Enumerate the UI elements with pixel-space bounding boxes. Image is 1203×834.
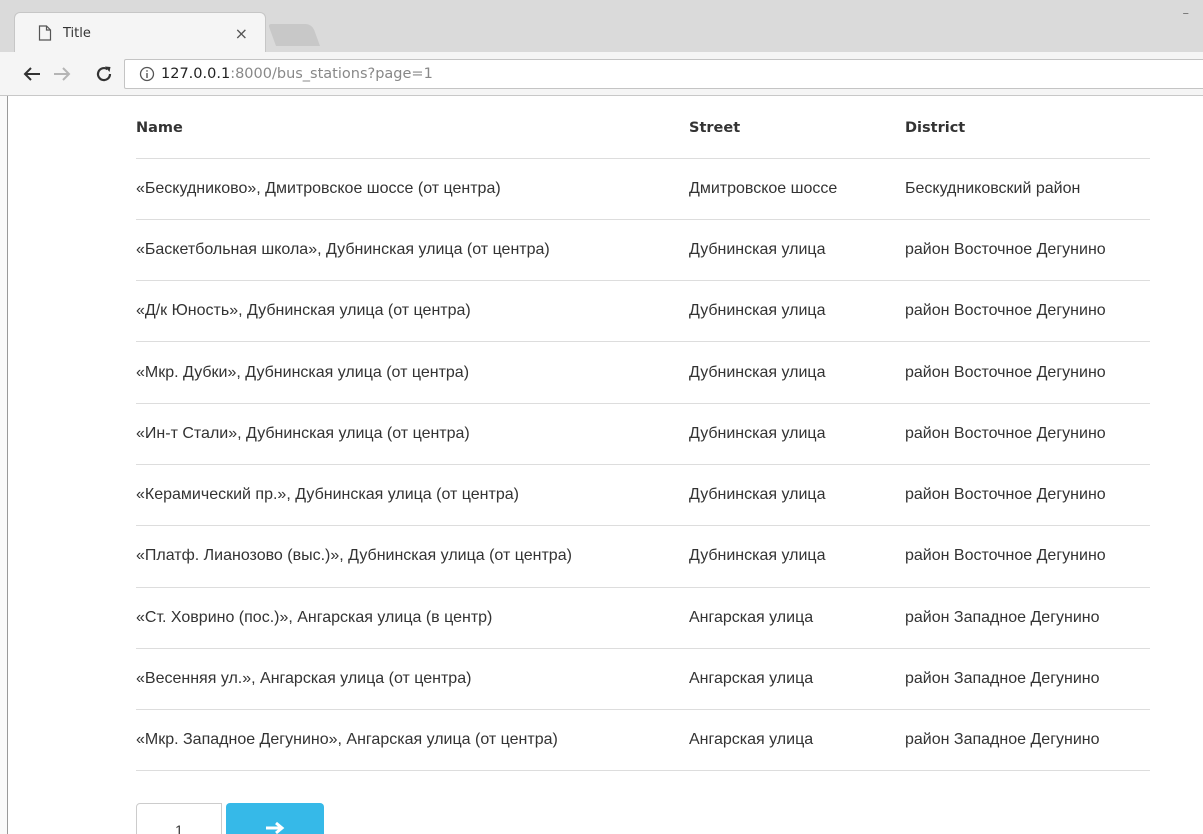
cell-district: район Западное Дегунино: [905, 648, 1150, 711]
cell-street: Дубнинская улица: [689, 219, 905, 282]
column-header-name: Name: [136, 96, 689, 159]
cell-name: «Мкр. Западное Дегунино», Ангарская улиц…: [136, 709, 689, 772]
bus-stations-page: Name Street District «Бескудниково», Дми…: [136, 96, 1150, 772]
column-header-street: Street: [689, 96, 905, 159]
pagination: 1: [136, 803, 324, 834]
table-row: «Платф. Лианозово (выс.)», Дубнинская ул…: [136, 525, 1150, 588]
cell-name: «Мкр. Дубки», Дубнинская улица (от центр…: [136, 341, 689, 404]
cell-street: Дубнинская улица: [689, 341, 905, 404]
browser-tab-content: Title ×: [24, 18, 260, 52]
cell-street: Ангарская улица: [689, 648, 905, 711]
url-host: 127.0.0.1: [161, 66, 231, 82]
table-header-row: Name Street District: [136, 96, 1150, 159]
cell-district: район Восточное Дегунино: [905, 464, 1150, 527]
browser-toolbar: 127.0.0.1:8000/bus_stations?page=1: [0, 52, 1203, 96]
cell-street: Ангарская улица: [689, 587, 905, 649]
cell-name: «Ин-т Стали», Дубнинская улица (от центр…: [136, 403, 689, 465]
page-icon: [38, 25, 52, 41]
forward-button[interactable]: [50, 62, 74, 86]
arrow-right-icon: [54, 67, 71, 81]
cell-district: район Восточное Дегунино: [905, 341, 1150, 404]
table-row: «Мкр. Дубки», Дубнинская улица (от центр…: [136, 341, 1150, 404]
tab-strip: Title × –: [0, 0, 1203, 53]
address-bar[interactable]: 127.0.0.1:8000/bus_stations?page=1: [124, 59, 1203, 89]
cell-name: «Бескудниково», Дмитровское шоссе (от це…: [136, 158, 689, 220]
cell-district: район Восточное Дегунино: [905, 280, 1150, 343]
url-path: :8000/bus_stations?page=1: [230, 66, 433, 82]
cell-district: район Западное Дегунино: [905, 709, 1150, 772]
tab-close-icon[interactable]: ×: [235, 24, 248, 43]
table-row: «Мкр. Западное Дегунино», Ангарская улиц…: [136, 709, 1150, 772]
cell-name: «Д/к Юность», Дубнинская улица (от центр…: [136, 280, 689, 343]
reload-icon: [96, 66, 112, 82]
arrow-right-icon: [266, 821, 285, 834]
cell-street: Ангарская улица: [689, 709, 905, 772]
cell-street: Дубнинская улица: [689, 525, 905, 588]
cell-street: Дубнинская улица: [689, 280, 905, 343]
arrow-left-icon: [23, 67, 40, 81]
tab-title: Title: [63, 25, 91, 41]
column-header-district: District: [905, 96, 1150, 159]
minimize-icon[interactable]: –: [1183, 6, 1190, 21]
table-row: «Керамический пр.», Дубнинская улица (от…: [136, 464, 1150, 527]
cell-district: район Восточное Дегунино: [905, 403, 1150, 465]
next-page-button[interactable]: [226, 803, 324, 834]
bus-stations-table: Name Street District «Бескудниково», Дми…: [136, 96, 1150, 772]
reload-button[interactable]: [92, 62, 116, 86]
current-page-button[interactable]: 1: [136, 803, 222, 834]
cell-name: «Весенняя ул.», Ангарская улица (от цент…: [136, 648, 689, 711]
table-row: «Ин-т Стали», Дубнинская улица (от центр…: [136, 403, 1150, 465]
cell-name: «Ст. Ховрино (пос.)», Ангарская улица (в…: [136, 587, 689, 649]
new-tab-button[interactable]: [267, 24, 321, 46]
back-button[interactable]: [20, 62, 44, 86]
info-icon[interactable]: [139, 66, 155, 82]
window-edge: [0, 96, 8, 834]
cell-street: Дубнинская улица: [689, 403, 905, 465]
table-row: «Баскетбольная школа», Дубнинская улица …: [136, 219, 1150, 282]
cell-street: Дмитровское шоссе: [689, 158, 905, 220]
table-row: «Весенняя ул.», Ангарская улица (от цент…: [136, 648, 1150, 711]
url-text: 127.0.0.1:8000/bus_stations?page=1: [161, 66, 433, 82]
cell-district: район Западное Дегунино: [905, 587, 1150, 649]
table-row: «Ст. Ховрино (пос.)», Ангарская улица (в…: [136, 587, 1150, 649]
cell-name: «Платф. Лианозово (выс.)», Дубнинская ул…: [136, 525, 689, 588]
cell-district: Бескудниковский район: [905, 158, 1150, 220]
cell-name: «Баскетбольная школа», Дубнинская улица …: [136, 219, 689, 282]
cell-district: район Восточное Дегунино: [905, 219, 1150, 282]
table-row: «Д/к Юность», Дубнинская улица (от центр…: [136, 280, 1150, 343]
current-page-number: 1: [175, 822, 183, 834]
cell-name: «Керамический пр.», Дубнинская улица (от…: [136, 464, 689, 527]
cell-street: Дубнинская улица: [689, 464, 905, 527]
table-row: «Бескудниково», Дмитровское шоссе (от це…: [136, 158, 1150, 220]
cell-district: район Восточное Дегунино: [905, 525, 1150, 588]
